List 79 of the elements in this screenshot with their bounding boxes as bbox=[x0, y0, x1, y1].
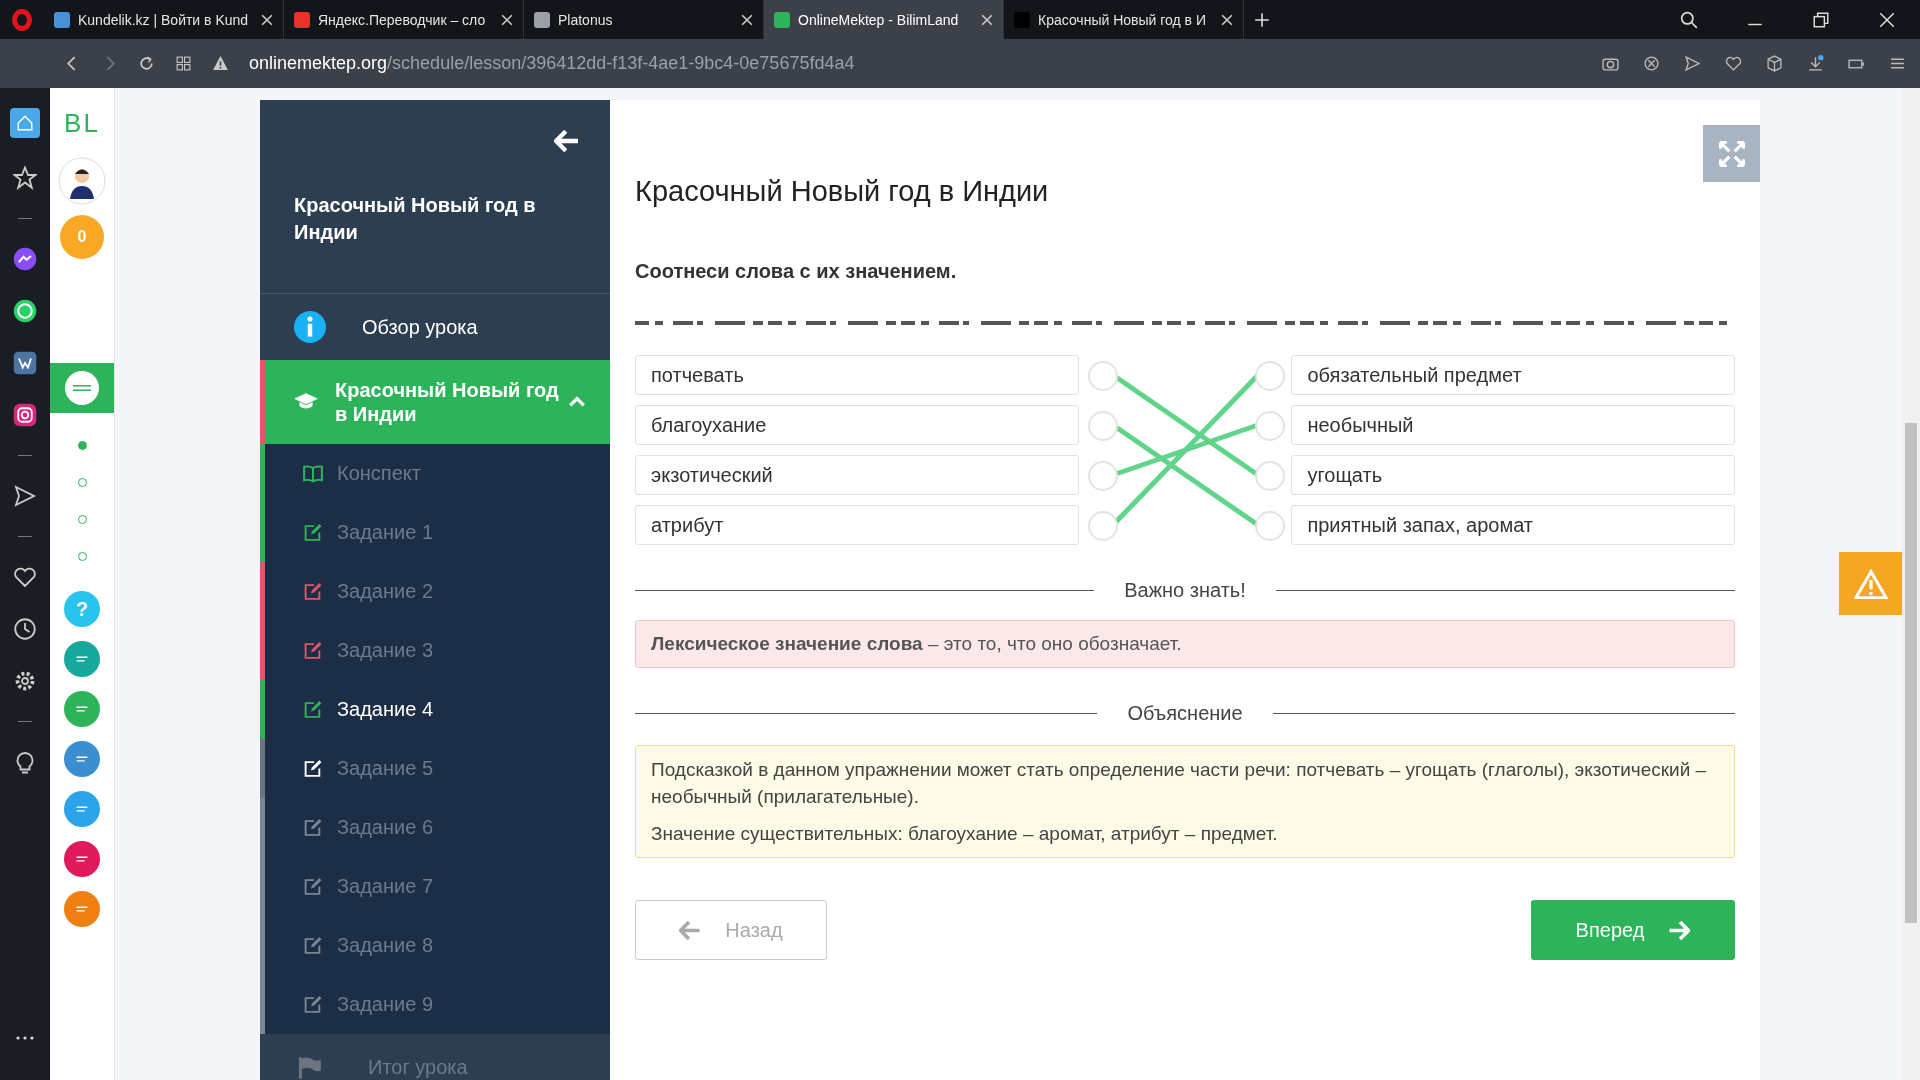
tab-favicon-icon bbox=[1014, 11, 1030, 28]
cube-icon[interactable] bbox=[1766, 55, 1783, 72]
close-icon[interactable] bbox=[741, 13, 753, 26]
explanation-text: Подсказкой в данном упражнении может стать определение части речи: потчевать – угощать (глаголы), экзотический – необычный (прилагательные). bbox=[651, 758, 1708, 809]
nav-dot[interactable] bbox=[77, 441, 87, 450]
close-icon[interactable] bbox=[1878, 10, 1896, 29]
connector-handle[interactable] bbox=[1087, 461, 1118, 491]
lesson-title: Красочный Новый год в Индии bbox=[294, 193, 537, 245]
tab-favicon-icon bbox=[774, 11, 790, 28]
flag-icon bbox=[298, 1056, 322, 1080]
meaning-card[interactable]: приятный запах, аромат bbox=[1291, 505, 1735, 545]
more-icon[interactable] bbox=[16, 1036, 34, 1040]
settings-icon[interactable] bbox=[13, 669, 37, 693]
new-tab-icon[interactable] bbox=[1254, 11, 1270, 28]
section-heading: Важно знать! bbox=[1124, 579, 1246, 602]
course-logo-icon bbox=[65, 371, 99, 405]
send-icon[interactable] bbox=[13, 484, 37, 508]
connector-handle[interactable] bbox=[1087, 411, 1118, 441]
address-field[interactable]: onlinemektep.org/schedule/lesson/396412dd-f13f-4ae1-9bc4-0e75675fd4a4 bbox=[249, 53, 855, 74]
connector-handle[interactable] bbox=[1087, 511, 1118, 541]
meaning-card[interactable]: необычный bbox=[1291, 405, 1735, 445]
meaning-card[interactable]: обязательный предмет bbox=[1291, 355, 1735, 395]
word-card[interactable]: потчевать bbox=[635, 355, 1079, 395]
clock-icon[interactable] bbox=[13, 617, 37, 641]
chevron-icon bbox=[568, 396, 586, 409]
tab-favicon-icon bbox=[294, 11, 310, 28]
opera-logo-icon[interactable] bbox=[12, 8, 32, 31]
heart-icon[interactable] bbox=[13, 565, 37, 589]
note-text: Лексическое значение слова – это то, что оно обозначает. bbox=[635, 620, 1735, 668]
connector-handle[interactable] bbox=[1254, 361, 1285, 391]
tab-favicon-icon bbox=[54, 11, 70, 28]
word-card[interactable]: благоухание bbox=[635, 405, 1079, 445]
left-arrow-icon bbox=[679, 920, 702, 940]
overview-item[interactable]: Обзор урока bbox=[260, 294, 610, 361]
star-icon[interactable] bbox=[13, 166, 37, 190]
reload-icon[interactable] bbox=[138, 55, 155, 72]
search-icon[interactable] bbox=[1680, 10, 1698, 29]
app-logo-icon[interactable] bbox=[64, 841, 100, 877]
download-icon[interactable] bbox=[1807, 55, 1824, 72]
connector-handle[interactable] bbox=[1087, 361, 1118, 391]
meaning-card[interactable]: угощать bbox=[1291, 455, 1735, 495]
grid-icon[interactable] bbox=[175, 55, 192, 72]
browser-tab[interactable]: OnlineMektep - BilimLand bbox=[764, 0, 1004, 39]
word-card[interactable]: атрибут bbox=[635, 505, 1079, 545]
heart-icon[interactable] bbox=[1725, 55, 1742, 72]
block-icon[interactable] bbox=[1643, 55, 1660, 72]
app-logo-icon[interactable] bbox=[64, 791, 100, 827]
app-logo-icon[interactable] bbox=[64, 691, 100, 727]
section-heading: Объяснение bbox=[1127, 702, 1243, 725]
word-card[interactable]: экзотический bbox=[635, 455, 1079, 495]
app-logo-icon[interactable] bbox=[64, 641, 100, 677]
close-icon[interactable] bbox=[1221, 13, 1233, 26]
close-icon[interactable] bbox=[981, 13, 993, 26]
connector-handle[interactable] bbox=[1254, 411, 1285, 441]
tab-favicon-icon bbox=[534, 11, 550, 28]
scrollbar-thumb[interactable] bbox=[1905, 423, 1917, 923]
warning-icon bbox=[1853, 568, 1888, 599]
connector-handle[interactable] bbox=[1254, 461, 1285, 491]
warning-icon[interactable] bbox=[212, 55, 229, 72]
right-arrow-icon bbox=[1668, 920, 1691, 940]
restore-icon[interactable] bbox=[1812, 10, 1830, 29]
app-logo-icon[interactable] bbox=[64, 891, 100, 927]
send-icon[interactable] bbox=[1684, 55, 1701, 72]
avatar-icon[interactable] bbox=[58, 157, 106, 205]
back-arrow-icon[interactable] bbox=[554, 130, 580, 152]
close-icon[interactable] bbox=[261, 13, 273, 26]
messenger-icon[interactable] bbox=[13, 247, 37, 271]
home-icon[interactable] bbox=[10, 108, 40, 138]
task-question: Соотнеси слова с их значением. bbox=[635, 260, 958, 283]
app-logo-icon[interactable] bbox=[64, 741, 100, 777]
connector-handle[interactable] bbox=[1254, 511, 1285, 541]
instagram-icon[interactable] bbox=[13, 403, 37, 427]
lesson-title: Красочный Новый год в Индии bbox=[635, 175, 1050, 208]
close-icon[interactable] bbox=[501, 13, 513, 26]
course-tile[interactable] bbox=[50, 363, 114, 413]
explanation-text: Значение существительных: благоухание – аромат, атрибут – предмет. bbox=[651, 822, 1279, 846]
points-badge: 0 bbox=[60, 215, 104, 259]
info-icon bbox=[294, 311, 326, 344]
fullscreen-icon bbox=[1718, 140, 1745, 167]
